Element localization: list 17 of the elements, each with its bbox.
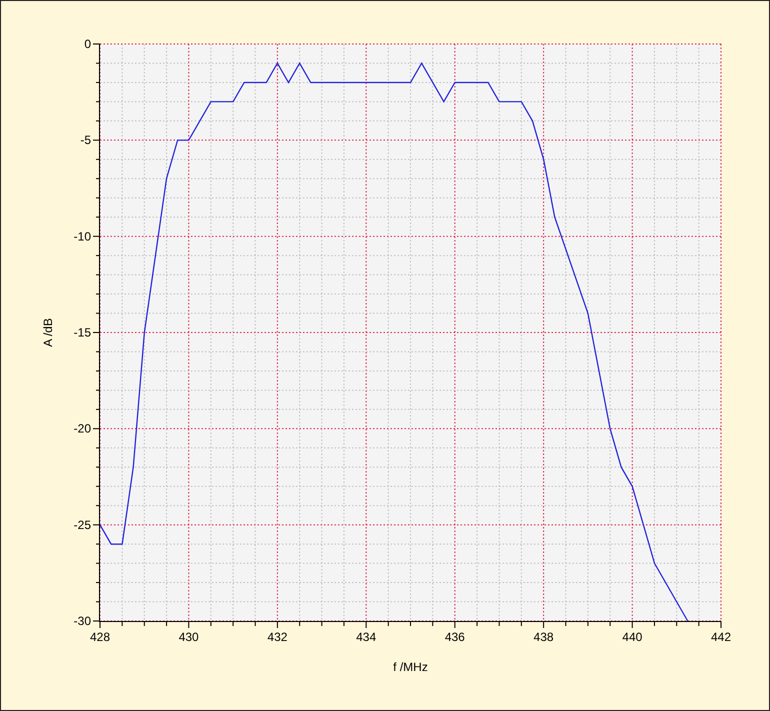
- tick-label: 428: [90, 630, 110, 644]
- tick-label: 436: [444, 630, 465, 644]
- tick-label: 0: [84, 37, 91, 51]
- tick-label: 432: [267, 630, 288, 644]
- tick-label: 440: [622, 630, 642, 644]
- tick-label: 438: [534, 630, 554, 644]
- tick-label: -20: [74, 422, 91, 436]
- tick-label: 430: [178, 630, 199, 644]
- axis-title: A /dB: [41, 318, 55, 347]
- tick-label: 434: [356, 630, 376, 644]
- tick-label: -30: [74, 614, 91, 628]
- tick-label: -25: [74, 518, 91, 532]
- tick-label: -15: [74, 326, 91, 340]
- tick-label: -5: [80, 133, 91, 148]
- axis-title: f /MHz: [393, 660, 428, 674]
- tick-label: 442: [710, 630, 732, 644]
- tick-label: -10: [74, 229, 91, 244]
